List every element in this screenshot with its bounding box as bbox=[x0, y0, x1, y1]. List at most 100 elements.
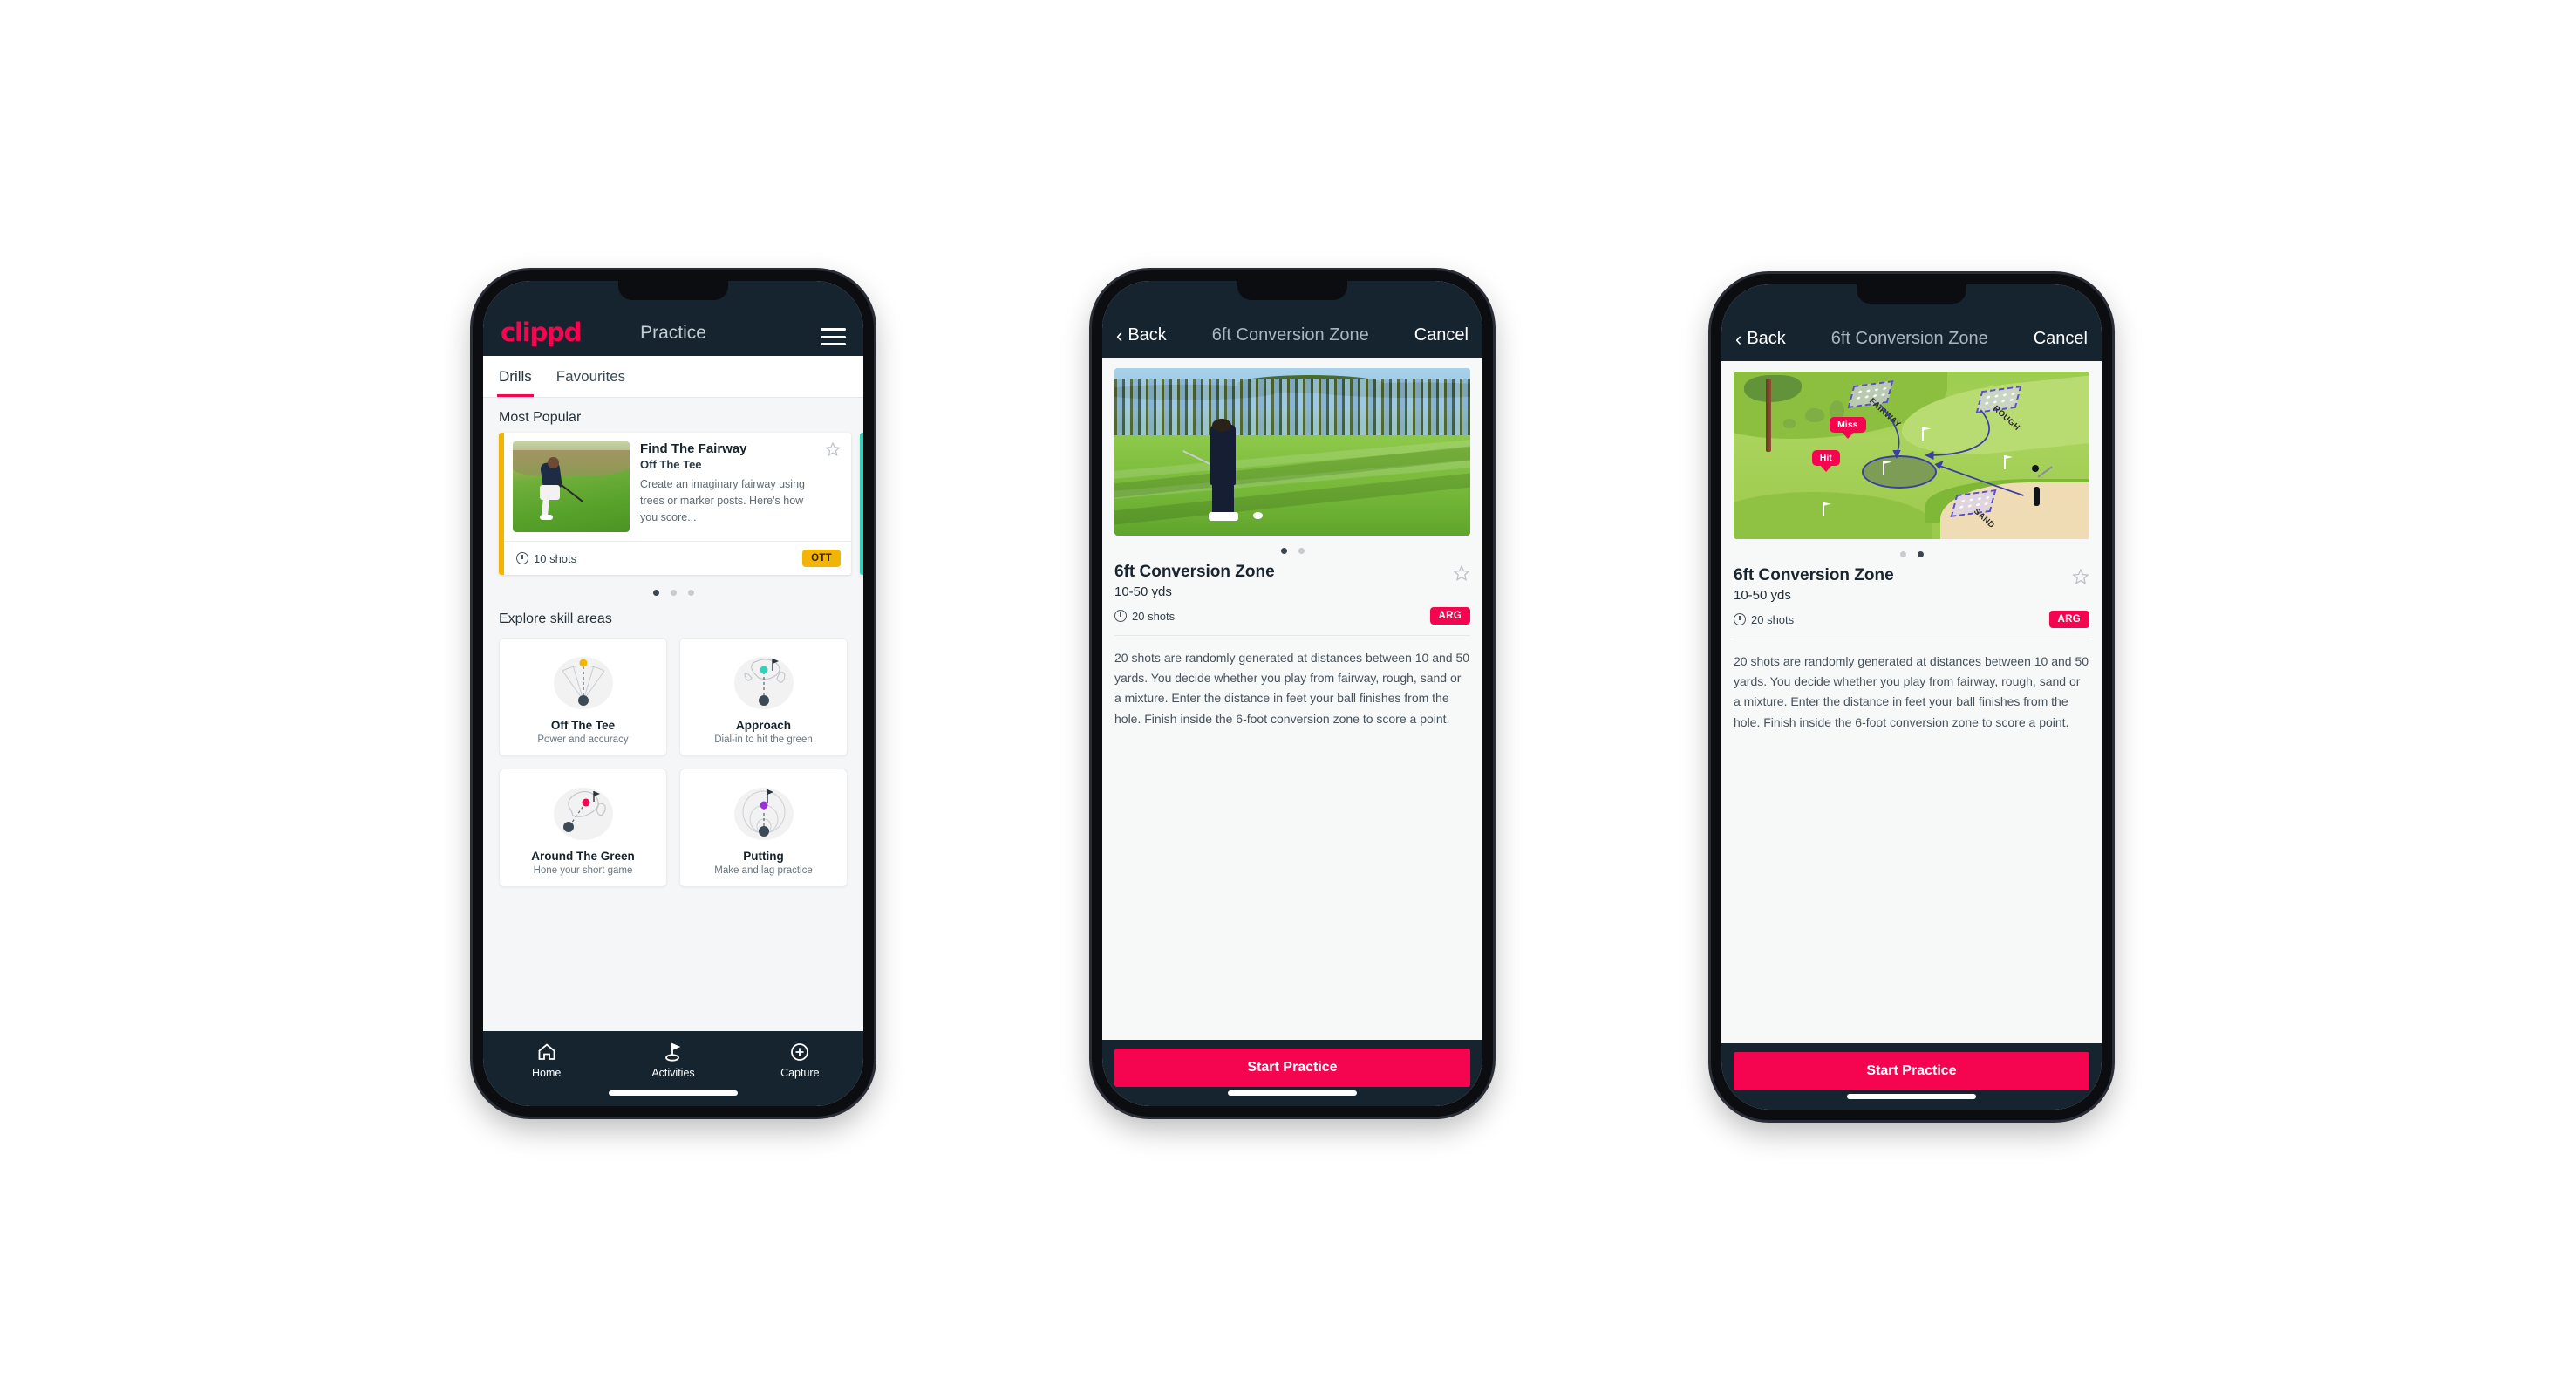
star-outline-icon[interactable] bbox=[825, 441, 841, 457]
golf-flag-icon bbox=[665, 1042, 681, 1062]
drill-meta-row: 20 shots ARG bbox=[1734, 611, 2089, 628]
back-button[interactable]: ‹ Back bbox=[1735, 329, 1786, 349]
most-popular-label: Most Popular bbox=[499, 410, 582, 425]
drill-meta-row: 20 shots ARG bbox=[1114, 607, 1470, 625]
back-label: Back bbox=[1747, 329, 1786, 348]
carousel-dot-2[interactable] bbox=[670, 590, 677, 596]
screenshot-stage: Practice clippd Practice Drills Favourit… bbox=[0, 0, 2576, 1387]
bottom-tab-bar: Home Activities Capture bbox=[483, 1031, 863, 1106]
drill-title: Find The Fairway bbox=[640, 441, 747, 456]
golf-course-illustration: FAIRWAY ROUGH SAND Miss Hit bbox=[1734, 372, 2089, 539]
tabbar-item-capture[interactable]: Capture bbox=[737, 1042, 863, 1079]
drill-card-find-the-fairway[interactable]: Find The Fairway Off The Tee Create an i… bbox=[499, 433, 851, 575]
drill-skill-area: Off The Tee bbox=[640, 458, 702, 471]
skill-name: Off The Tee bbox=[550, 719, 616, 732]
drill-media-photo[interactable] bbox=[1114, 368, 1470, 536]
drill-card-info: Find The Fairway Off The Tee Create an i… bbox=[640, 441, 841, 532]
plus-circle-icon bbox=[791, 1043, 809, 1061]
device-notch bbox=[1857, 284, 1966, 304]
drill-header: 6ft Conversion Zone 10-50 yds bbox=[1114, 563, 1470, 599]
star-outline-icon[interactable] bbox=[1453, 564, 1470, 582]
back-label: Back bbox=[1128, 325, 1167, 345]
screen-2: ‹ Back 6ft Conversion Zone Cancel 6ft Co… bbox=[1102, 281, 1482, 1106]
drill-description: Create an imaginary fairway using trees … bbox=[640, 478, 805, 523]
drill-media-illustration[interactable]: FAIRWAY ROUGH SAND Miss Hit bbox=[1734, 372, 2089, 539]
phone-drill-detail-illustration: ‹ Back 6ft Conversion Zone Cancel FAIRWA… bbox=[1711, 274, 2112, 1120]
drill-shots: 20 shots bbox=[1734, 613, 1794, 626]
explore-skill-areas-label: Explore skill areas bbox=[499, 612, 612, 626]
hamburger-menu-icon[interactable] bbox=[821, 328, 846, 345]
tab-favourites[interactable]: Favourites bbox=[556, 356, 625, 397]
carousel-dots bbox=[1114, 536, 1470, 563]
drill-card-next-peek[interactable] bbox=[860, 433, 863, 575]
tabbar-item-home[interactable]: Home bbox=[483, 1042, 610, 1079]
cancel-button[interactable]: Cancel bbox=[1414, 325, 1469, 345]
cta-footer: Start Practice bbox=[1721, 1043, 2102, 1110]
back-button[interactable]: ‹ Back bbox=[1116, 325, 1167, 345]
carousel-dots bbox=[483, 575, 863, 599]
carousel-dot-2[interactable] bbox=[1917, 551, 1924, 557]
carousel-dot-3[interactable] bbox=[687, 590, 694, 596]
carousel-dot-1[interactable] bbox=[1899, 551, 1906, 557]
home-indicator bbox=[609, 1090, 738, 1096]
skill-card-approach[interactable]: Approach Dial-in to hit the green bbox=[679, 638, 848, 756]
chip-green-icon bbox=[505, 782, 661, 844]
skill-badge-arg: ARG bbox=[2048, 611, 2089, 628]
carousel-dot-2[interactable] bbox=[1298, 548, 1305, 554]
tabbar-label: Home bbox=[531, 1067, 562, 1079]
brand-wordmark: clippd bbox=[501, 318, 582, 347]
nav-title: 6ft Conversion Zone bbox=[1830, 329, 1988, 348]
callout-hit: Hit bbox=[1811, 450, 1840, 467]
putting-rings-icon bbox=[685, 782, 842, 844]
popular-carousel[interactable]: Find The Fairway Off The Tee Create an i… bbox=[483, 433, 863, 575]
drill-shots-label: 20 shots bbox=[1751, 612, 1795, 626]
drill-header: 6ft Conversion Zone 10-50 yds bbox=[1734, 566, 2089, 603]
detail-body[interactable]: FAIRWAY ROUGH SAND Miss Hit 6ft Conversi… bbox=[1721, 361, 2102, 1043]
cancel-button[interactable]: Cancel bbox=[2034, 329, 2088, 349]
drill-description: 20 shots are randomly generated at dista… bbox=[1114, 651, 1470, 726]
tee-shot-fan-icon bbox=[505, 651, 661, 714]
carousel-dots bbox=[1734, 539, 2089, 566]
detail-body[interactable]: 6ft Conversion Zone 10-50 yds 20 shots A… bbox=[1102, 358, 1482, 1040]
start-practice-button[interactable]: Start Practice bbox=[1734, 1052, 2089, 1090]
practice-scroll-body[interactable]: Most Popular Find The Fairway Off The Te… bbox=[483, 398, 863, 1031]
tab-drills[interactable]: Drills bbox=[497, 356, 534, 397]
skill-desc: Make and lag practice bbox=[714, 865, 813, 876]
star-outline-icon[interactable] bbox=[2072, 568, 2089, 585]
carousel-dot-1[interactable] bbox=[652, 590, 659, 596]
screen-1: Practice clippd Practice Drills Favourit… bbox=[483, 281, 863, 1106]
drill-card-footer: 10 shots OTT bbox=[504, 541, 851, 575]
start-practice-button[interactable]: Start Practice bbox=[1114, 1049, 1470, 1087]
chevron-left-icon: ‹ bbox=[1735, 327, 1742, 350]
device-notch bbox=[618, 281, 728, 300]
chevron-left-icon: ‹ bbox=[1116, 324, 1123, 346]
clock-icon bbox=[1114, 610, 1127, 622]
drill-distance: 10-50 yds bbox=[1114, 584, 1172, 599]
skill-name: Approach bbox=[735, 719, 791, 732]
device-notch bbox=[1237, 281, 1347, 300]
carousel-dot-1[interactable] bbox=[1280, 548, 1287, 554]
screen-3: ‹ Back 6ft Conversion Zone Cancel FAIRWA… bbox=[1721, 284, 2102, 1110]
drill-card-top: Find The Fairway Off The Tee Create an i… bbox=[504, 433, 851, 541]
skill-card-off-the-tee[interactable]: Off The Tee Power and accuracy bbox=[499, 638, 667, 756]
skill-card-around-the-green[interactable]: Around The Green Hone your short game bbox=[499, 769, 667, 887]
tabbar-label: Activities bbox=[651, 1067, 695, 1079]
drill-shots-label: 10 shots bbox=[534, 551, 577, 565]
home-indicator bbox=[1228, 1090, 1357, 1096]
golfer-figure bbox=[2033, 486, 2040, 506]
tab-strip: Drills Favourites bbox=[483, 356, 863, 398]
skill-badge-arg: ARG bbox=[1429, 607, 1470, 625]
home-indicator bbox=[1847, 1094, 1976, 1099]
nav-title: 6ft Conversion Zone bbox=[1211, 325, 1369, 345]
drill-title: 6ft Conversion Zone bbox=[1114, 563, 1275, 581]
skill-card-putting[interactable]: Putting Make and lag practice bbox=[679, 769, 848, 887]
drill-shots-label: 20 shots bbox=[1132, 609, 1176, 623]
home-icon bbox=[538, 1043, 555, 1060]
drill-shots: 10 shots bbox=[516, 552, 576, 565]
skill-desc: Hone your short game bbox=[533, 865, 633, 876]
clock-icon bbox=[1734, 613, 1746, 625]
tabbar-item-activities[interactable]: Activities bbox=[610, 1042, 736, 1079]
drill-title: 6ft Conversion Zone bbox=[1734, 566, 1894, 584]
cta-footer: Start Practice bbox=[1102, 1040, 1482, 1106]
divider bbox=[1114, 635, 1470, 636]
